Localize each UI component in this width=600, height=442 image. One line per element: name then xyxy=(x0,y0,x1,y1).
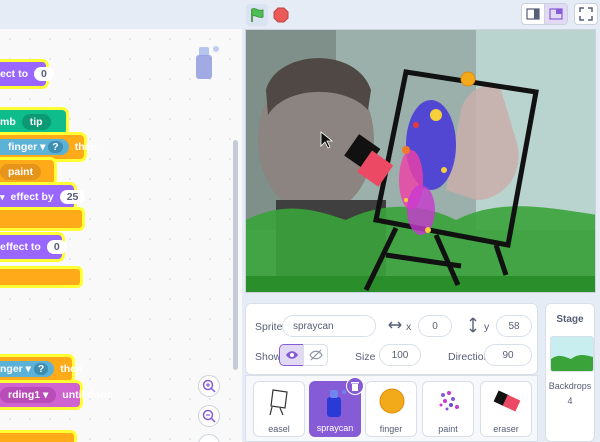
small-stage-button[interactable] xyxy=(521,3,545,25)
show-sprite-button[interactable] xyxy=(279,344,304,366)
set-effect-block[interactable]: ect to 0 xyxy=(0,62,54,86)
then-label: then xyxy=(74,141,97,153)
finger-dropdown[interactable]: nger xyxy=(0,363,23,375)
y-arrows-icon xyxy=(469,317,477,333)
easel-thumbnail-icon xyxy=(269,389,288,416)
sprite-info-panel: Sprite spraycan x 0 y 58 Show Size 100 D… xyxy=(245,303,538,375)
tip-dropdown[interactable]: tip xyxy=(21,114,51,130)
set-effect-block[interactable]: effect to 0 xyxy=(0,235,67,259)
block-label: effect to xyxy=(0,241,41,253)
block-label: mb xyxy=(0,116,16,128)
direction-field[interactable]: 90 xyxy=(484,344,532,366)
finger-dropdown[interactable]: finger xyxy=(8,141,37,153)
zoom-out-button[interactable] xyxy=(198,405,220,427)
finger-thumbnail-icon xyxy=(379,388,405,414)
then-label: then xyxy=(60,363,83,375)
backdrops-count: 4 xyxy=(567,396,573,406)
sprite-watermark-spraycan-icon xyxy=(196,46,219,79)
x-position-field[interactable]: 0 xyxy=(418,315,452,337)
eraser-thumbnail-icon xyxy=(493,390,521,412)
if-then-block[interactable]: finger ▾ ? then xyxy=(0,135,97,159)
finger-sprite xyxy=(460,71,476,87)
green-flag-icon xyxy=(251,8,264,22)
stop-button[interactable] xyxy=(270,4,292,26)
sprite-name-field[interactable]: spraycan xyxy=(282,315,376,337)
block-label: effect by xyxy=(10,191,54,203)
normal-stage-button[interactable] xyxy=(544,3,568,25)
effect-amount-input[interactable]: 25 xyxy=(59,190,86,204)
paint-dropdown[interactable]: paint xyxy=(0,164,42,180)
y-position-field[interactable]: 58 xyxy=(496,315,532,337)
script-area-scrollbar[interactable] xyxy=(233,140,238,370)
trash-icon xyxy=(351,381,359,391)
recording-dropdown[interactable]: rding1 ▾ xyxy=(0,387,57,403)
stop-icon xyxy=(273,7,289,23)
small-stage-icon xyxy=(526,8,540,20)
question-input[interactable]: ? xyxy=(48,141,63,153)
fullscreen-button[interactable] xyxy=(574,3,598,25)
fullscreen-icon xyxy=(579,7,593,21)
eye-icon xyxy=(285,351,298,359)
block-label: ect to xyxy=(0,68,29,80)
sprite-tile-paint[interactable]: paint xyxy=(422,381,474,437)
change-effect-block[interactable]: ▾ effect by 25 xyxy=(0,185,86,209)
stage-pane-title: Stage xyxy=(556,314,584,325)
effect-value-input[interactable]: 0 xyxy=(34,67,54,81)
zoom-reset-icon xyxy=(202,438,216,442)
stage-scene xyxy=(246,30,595,292)
block-label: until done xyxy=(62,389,113,401)
stage-canvas[interactable] xyxy=(245,29,596,293)
y-label: y xyxy=(484,321,490,333)
control-block-footer xyxy=(0,433,74,442)
x-arrows-icon xyxy=(388,321,402,329)
show-label: Show xyxy=(255,351,282,363)
finger-sensing-reporter[interactable]: finger ▾ ? xyxy=(0,139,69,155)
backdrops-label: Backdrops xyxy=(548,381,592,391)
if-then-block[interactable]: nger ▾ ? then xyxy=(0,357,82,381)
green-flag-button[interactable] xyxy=(246,4,268,26)
question-input[interactable]: ? xyxy=(33,363,49,375)
eye-slash-icon xyxy=(308,349,323,361)
paint-block[interactable]: paint xyxy=(0,160,54,184)
paint-thumbnail-icon xyxy=(439,391,459,411)
stage-target-pane[interactable]: Stage Backdrops 4 xyxy=(545,303,595,442)
sprite-list: easel spraycan finger paint eraser xyxy=(245,375,538,442)
delete-sprite-button[interactable] xyxy=(346,377,364,395)
size-field[interactable]: 100 xyxy=(379,344,421,366)
backdrop-hills-icon xyxy=(551,355,593,371)
normal-stage-icon xyxy=(549,8,563,20)
zoom-in-button[interactable] xyxy=(198,375,220,397)
control-block-footer xyxy=(0,269,80,285)
hand-pose-block[interactable]: mb tip xyxy=(0,110,66,134)
script-area[interactable]: ect to 0 mb tip finger ▾ ? then paint ▾ … xyxy=(0,29,242,442)
sprite-label: Sprite xyxy=(255,321,283,333)
x-label: x xyxy=(406,321,412,333)
spraycan-thumbnail-icon xyxy=(327,390,346,417)
sprite-tile-eraser[interactable]: eraser xyxy=(480,381,532,437)
hide-sprite-button[interactable] xyxy=(303,344,328,366)
if-block-footer xyxy=(0,210,82,228)
sprite-tile-spraycan[interactable]: spraycan xyxy=(309,377,364,437)
zoom-out-icon xyxy=(202,409,216,423)
sprite-tile-easel[interactable]: easel xyxy=(253,381,305,437)
zoom-reset-button[interactable] xyxy=(198,434,220,442)
size-label: Size xyxy=(355,351,376,363)
effect-value-input[interactable]: 0 xyxy=(46,240,67,254)
play-sound-until-done-block[interactable]: rding1 ▾ until done xyxy=(0,383,112,407)
sprite-tile-finger[interactable]: finger xyxy=(365,381,417,437)
zoom-in-icon xyxy=(202,379,216,393)
finger-sensing-reporter[interactable]: nger ▾ ? xyxy=(0,361,55,377)
stage-header xyxy=(242,0,600,29)
backdrop-thumbnail xyxy=(550,336,594,372)
